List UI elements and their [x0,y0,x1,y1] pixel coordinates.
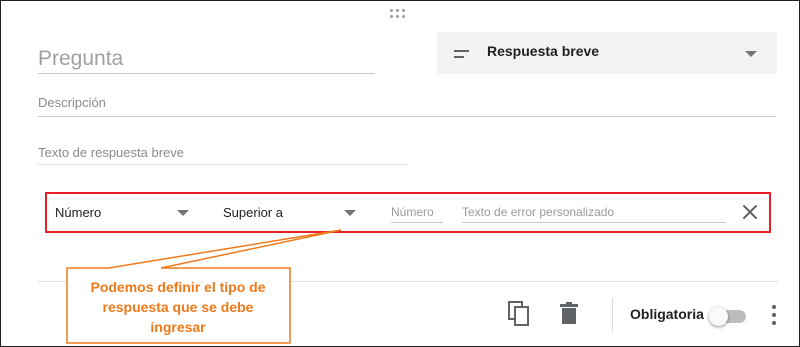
question-card: Pregunta Respuesta breve Descripción Tex… [0,0,800,347]
callout-text: Podemos definir el tipo de respuesta que… [90,279,266,335]
